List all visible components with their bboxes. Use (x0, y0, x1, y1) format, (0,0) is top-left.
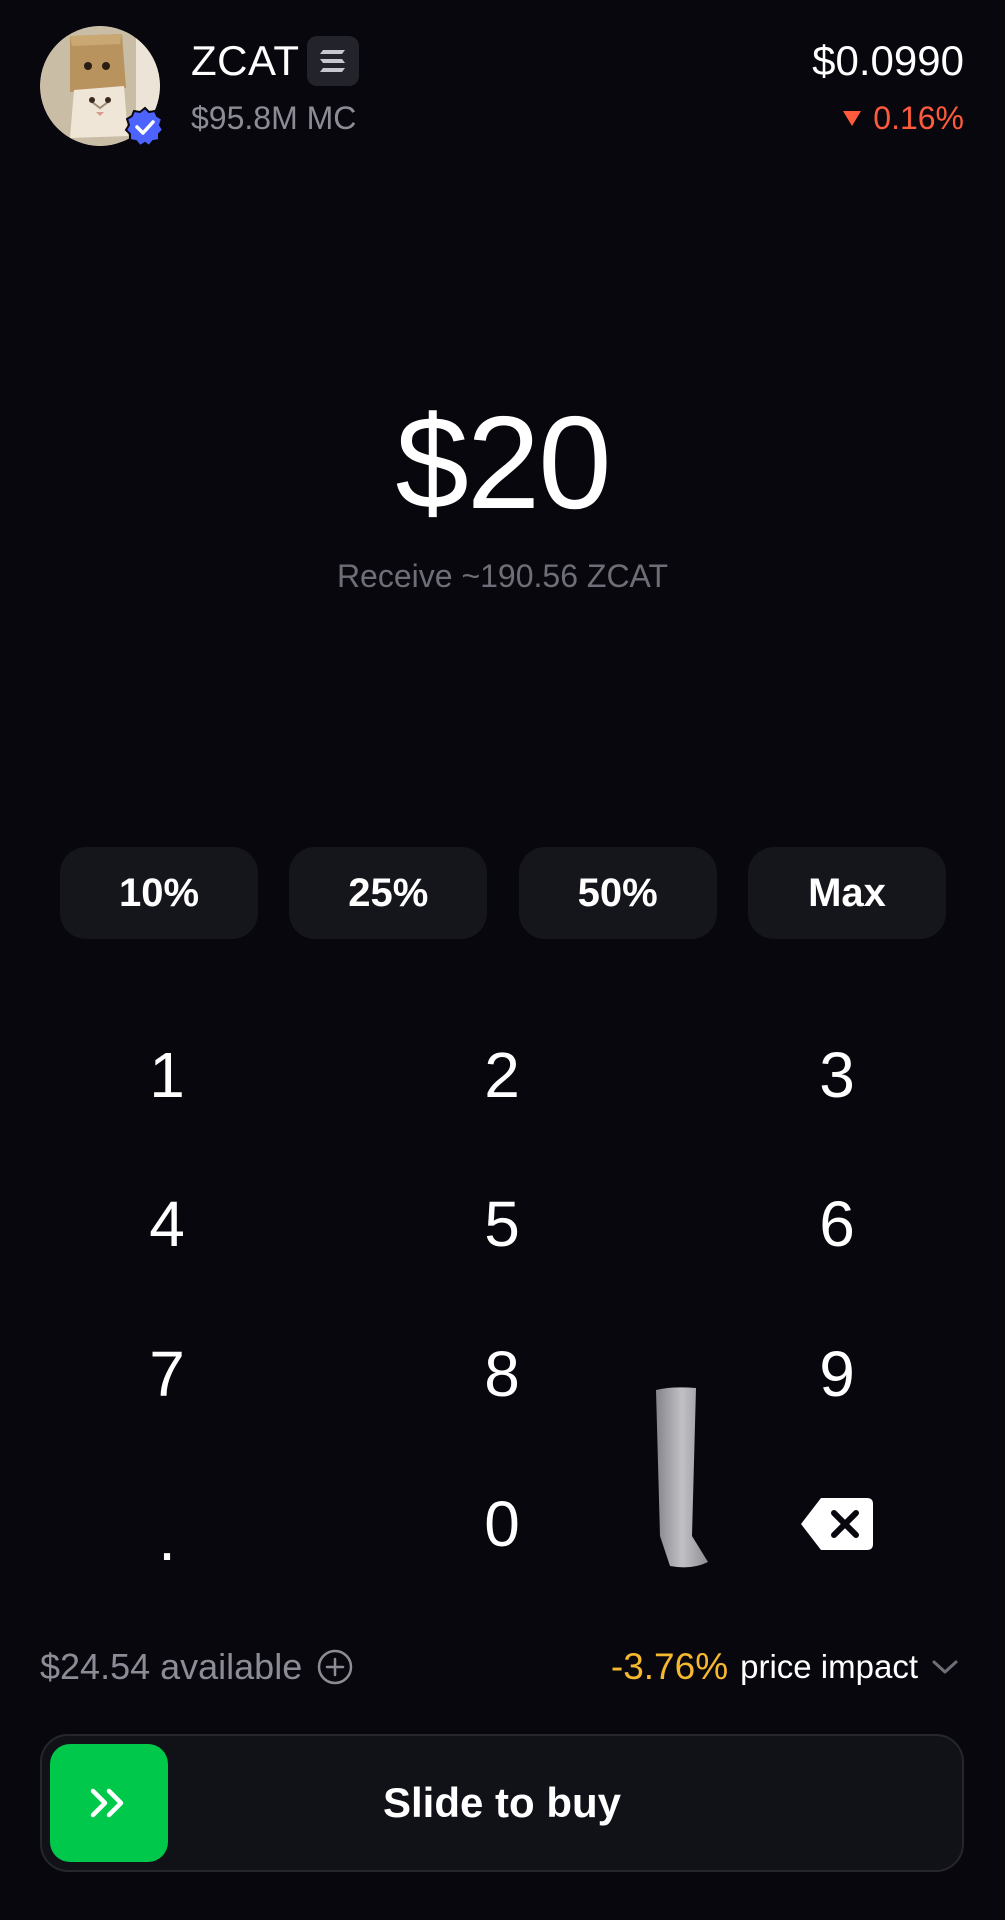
available-balance: $24.54 available (40, 1645, 354, 1689)
double-chevron-right-icon (90, 1788, 124, 1818)
chevron-down-icon (932, 1660, 958, 1674)
price-change-value: 0.16% (873, 100, 964, 136)
key-5[interactable]: 5 (402, 1164, 602, 1284)
price-impact-value: -3.76% (610, 1646, 729, 1687)
receive-estimate: Receive ~190.56 ZCAT (336, 558, 669, 594)
preset-buttons: 10% 25% 50% Max (60, 847, 946, 939)
available-balance-text: $24.54 available (40, 1646, 303, 1687)
backspace-button[interactable] (737, 1464, 937, 1584)
token-price: $0.0990 (812, 37, 964, 84)
preset-50-button[interactable]: 50% (518, 847, 717, 939)
slide-to-buy-track[interactable]: Slide to buy (40, 1734, 964, 1872)
key-1[interactable]: 1 (67, 1015, 267, 1135)
slide-to-buy-handle[interactable] (50, 1744, 168, 1862)
key-0[interactable]: 0 (402, 1464, 602, 1584)
key-8[interactable]: 8 (402, 1314, 602, 1434)
down-triangle-icon (843, 110, 862, 126)
price-change: 0.16% (843, 98, 964, 138)
numeric-keypad: 1 2 3 4 5 6 7 8 9 . 0 (0, 1000, 1005, 1600)
key-9[interactable]: 9 (737, 1314, 937, 1434)
order-amount: $20 (395, 389, 611, 536)
backspace-icon (801, 1498, 873, 1550)
touch-cursor-indicator (652, 1386, 714, 1570)
preset-max-button[interactable]: Max (747, 847, 946, 939)
preset-25-button[interactable]: 25% (289, 847, 488, 939)
add-funds-icon[interactable] (316, 1648, 354, 1686)
key-6[interactable]: 6 (737, 1164, 937, 1284)
price-impact-label: price impact (740, 1648, 918, 1685)
market-cap: $95.8M MC (191, 100, 357, 136)
key-3[interactable]: 3 (737, 1015, 937, 1135)
price-impact-toggle[interactable]: -3.76% price impact (611, 1645, 960, 1689)
key-decimal[interactable]: . (67, 1464, 267, 1584)
token-name: ZCAT (191, 37, 300, 84)
key-2[interactable]: 2 (402, 1015, 602, 1135)
key-4[interactable]: 4 (67, 1164, 267, 1284)
solana-icon (307, 36, 359, 86)
key-decimal-label: . (158, 1502, 176, 1574)
preset-10-button[interactable]: 10% (60, 847, 258, 939)
key-7[interactable]: 7 (67, 1314, 267, 1434)
verified-badge-icon (124, 106, 166, 148)
slide-to-buy-label: Slide to buy (382, 1779, 621, 1826)
